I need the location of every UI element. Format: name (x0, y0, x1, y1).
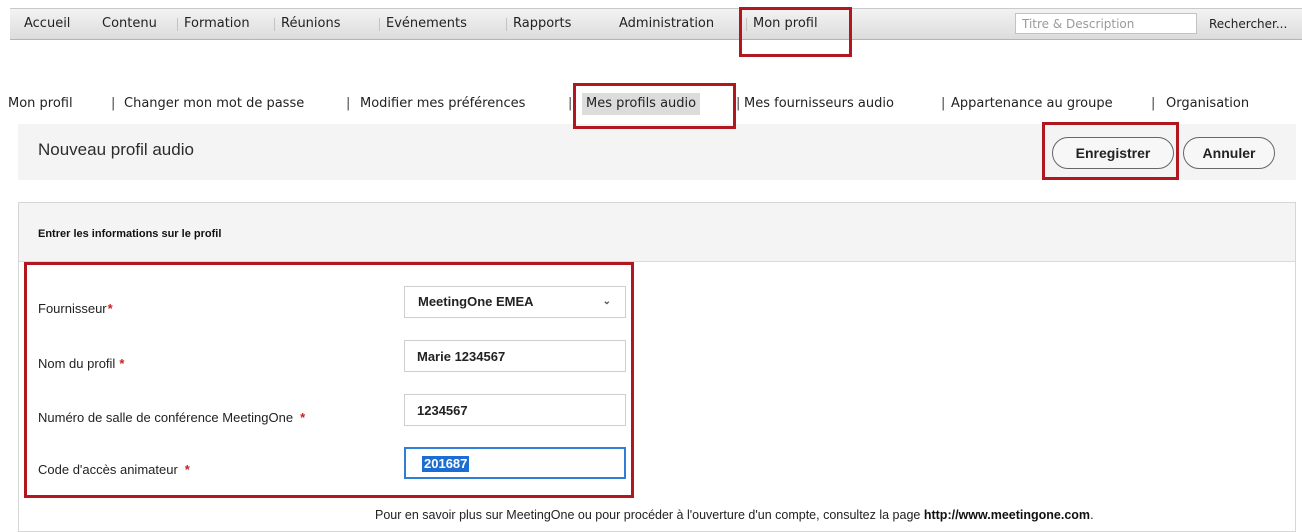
footer-end: . (1090, 508, 1094, 522)
nav-separator (379, 18, 380, 31)
meetingone-link[interactable]: http://www.meetingone.com (924, 508, 1090, 522)
subnav-separator: | (941, 96, 946, 111)
profile-name-label: Nom du profil * (38, 356, 124, 371)
room-number-input[interactable] (404, 394, 626, 426)
nav-item-evenements[interactable]: Evénements (386, 9, 467, 39)
profile-subnav: Mon profil | Changer mon mot de passe | … (8, 93, 1298, 117)
nav-separator (177, 18, 178, 31)
required-marker: * (107, 301, 113, 316)
provider-select[interactable]: MeetingOne EMEA ⌄ (404, 286, 626, 318)
profile-form-panel: Entrer les informations sur le profil Fo… (18, 202, 1296, 532)
required-marker: * (300, 410, 306, 425)
room-number-label-text: Numéro de salle de conférence MeetingOne (38, 410, 294, 425)
subnav-separator: | (736, 96, 741, 111)
subnav-separator: | (111, 96, 116, 111)
provider-label: Fournisseur* (38, 301, 113, 316)
nav-separator (274, 18, 275, 31)
section-title: Entrer les informations sur le profil (38, 228, 222, 240)
panel-header: Entrer les informations sur le profil (19, 203, 1295, 262)
page-header: Nouveau profil audio Enregistrer Annuler (18, 124, 1296, 180)
nav-item-formation[interactable]: Formation (184, 9, 250, 39)
nav-item-accueil[interactable]: Accueil (24, 9, 70, 39)
host-code-value-selected: 201687 (422, 456, 470, 472)
subnav-separator: | (1151, 96, 1156, 111)
host-code-label-text: Code d'accès animateur (38, 462, 178, 477)
subnav-item-modifier-preferences[interactable]: Modifier mes préférences (360, 93, 525, 115)
search-input[interactable] (1015, 13, 1197, 34)
page-title: Nouveau profil audio (38, 140, 194, 159)
provider-label-text: Fournisseur (38, 301, 107, 316)
required-marker: * (119, 356, 125, 371)
search-button[interactable]: Rechercher... (1209, 9, 1287, 39)
cancel-button[interactable]: Annuler (1183, 137, 1275, 169)
profile-name-label-text: Nom du profil (38, 356, 116, 371)
subnav-item-mon-profil[interactable]: Mon profil (8, 93, 73, 115)
nav-item-mon-profil[interactable]: Mon profil (753, 9, 818, 39)
subnav-item-appartenance-groupe[interactable]: Appartenance au groupe (951, 93, 1113, 115)
required-marker: * (184, 462, 190, 477)
nav-item-rapports[interactable]: Rapports (513, 9, 571, 39)
subnav-item-organisation[interactable]: Organisation (1166, 93, 1249, 115)
subnav-item-changer-mot-de-passe[interactable]: Changer mon mot de passe (124, 93, 304, 115)
subnav-item-mes-profils-audio[interactable]: Mes profils audio (582, 93, 701, 115)
nav-item-administration[interactable]: Administration (619, 9, 714, 39)
save-button[interactable]: Enregistrer (1052, 137, 1174, 169)
profile-name-input[interactable] (404, 340, 626, 372)
host-code-input[interactable]: 201687 (404, 447, 626, 479)
nav-separator (746, 18, 747, 31)
room-number-label: Numéro de salle de conférence MeetingOne… (38, 410, 305, 425)
provider-info-note: Pour en savoir plus sur MeetingOne ou po… (375, 508, 1094, 522)
provider-value: MeetingOne EMEA (418, 294, 534, 309)
main-navigation-bar: Accueil Contenu Formation Réunions Evéne… (10, 8, 1302, 40)
host-code-label: Code d'accès animateur * (38, 462, 190, 477)
chevron-down-icon: ⌄ (602, 296, 611, 307)
nav-item-contenu[interactable]: Contenu (102, 9, 157, 39)
footer-text: Pour en savoir plus sur MeetingOne ou po… (375, 508, 924, 522)
nav-separator (506, 18, 507, 31)
subnav-separator: | (568, 96, 573, 111)
nav-item-reunions[interactable]: Réunions (281, 9, 341, 39)
subnav-separator: | (346, 96, 351, 111)
subnav-item-mes-fournisseurs-audio[interactable]: Mes fournisseurs audio (744, 93, 894, 115)
